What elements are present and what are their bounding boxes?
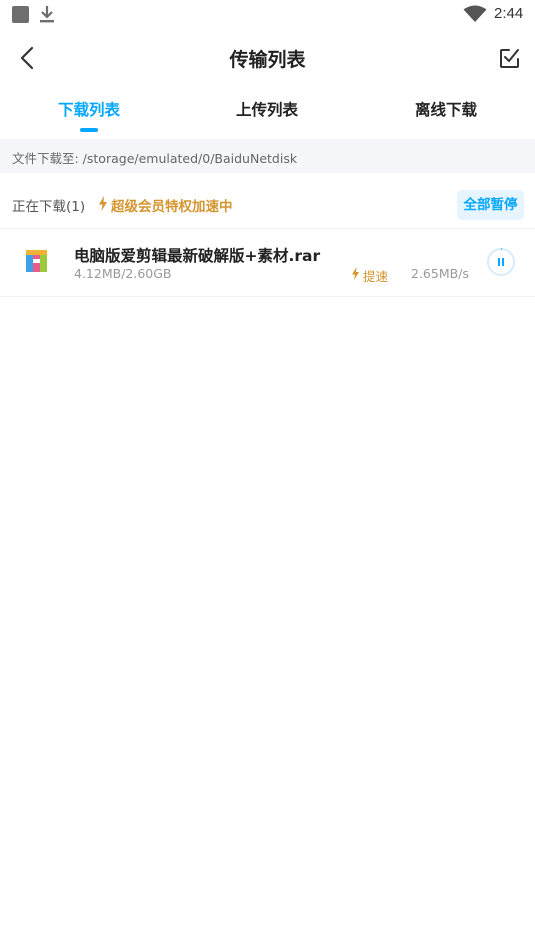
tab-upload-list[interactable]: 上传列表	[178, 98, 356, 120]
divider	[0, 296, 535, 297]
boost-speed-link[interactable]: 提速	[363, 266, 388, 285]
download-path-bar: 文件下载至: /storage/emulated/0/BaiduNetdisk	[0, 139, 535, 173]
rar-archive-icon	[26, 250, 47, 272]
download-icon	[40, 6, 54, 23]
boost-lightning-icon	[352, 267, 359, 280]
status-bar: 2:44	[0, 0, 535, 30]
tab-download-list[interactable]: 下载列表	[0, 98, 178, 120]
file-progress: 4.12MB/2.60GB	[74, 266, 172, 281]
status-time: 2:44	[494, 5, 524, 22]
active-tab-indicator	[80, 128, 98, 132]
divider	[0, 228, 535, 229]
wifi-icon	[463, 5, 487, 22]
tab-bar: 下载列表 上传列表 离线下载	[0, 90, 535, 138]
download-item[interactable]: 电脑版爱剪辑最新破解版+素材.rar 4.12MB/2.60GB 提速 2.65…	[0, 230, 535, 296]
tab-offline-download[interactable]: 离线下载	[357, 98, 535, 120]
pause-icon[interactable]	[486, 247, 516, 277]
download-path-text: 文件下载至: /storage/emulated/0/BaiduNetdisk	[12, 151, 298, 166]
downloading-count-label: 正在下载(1)	[12, 199, 86, 215]
download-speed: 2.65MB/s	[411, 266, 469, 281]
notification-square-icon	[12, 6, 29, 23]
page-title: 传输列表	[229, 49, 306, 71]
vip-acceleration-text[interactable]: 超级会员特权加速中	[111, 195, 233, 215]
pause-all-button[interactable]: 全部暂停	[457, 190, 524, 220]
lightning-icon	[99, 196, 107, 211]
title-bar: 传输列表	[0, 30, 535, 86]
file-name: 电脑版爱剪辑最新破解版+素材.rar	[74, 247, 321, 265]
downloading-section-header: 正在下载(1) 超级会员特权加速中 全部暂停	[0, 182, 535, 226]
checkbox-edit-icon[interactable]	[496, 44, 524, 72]
